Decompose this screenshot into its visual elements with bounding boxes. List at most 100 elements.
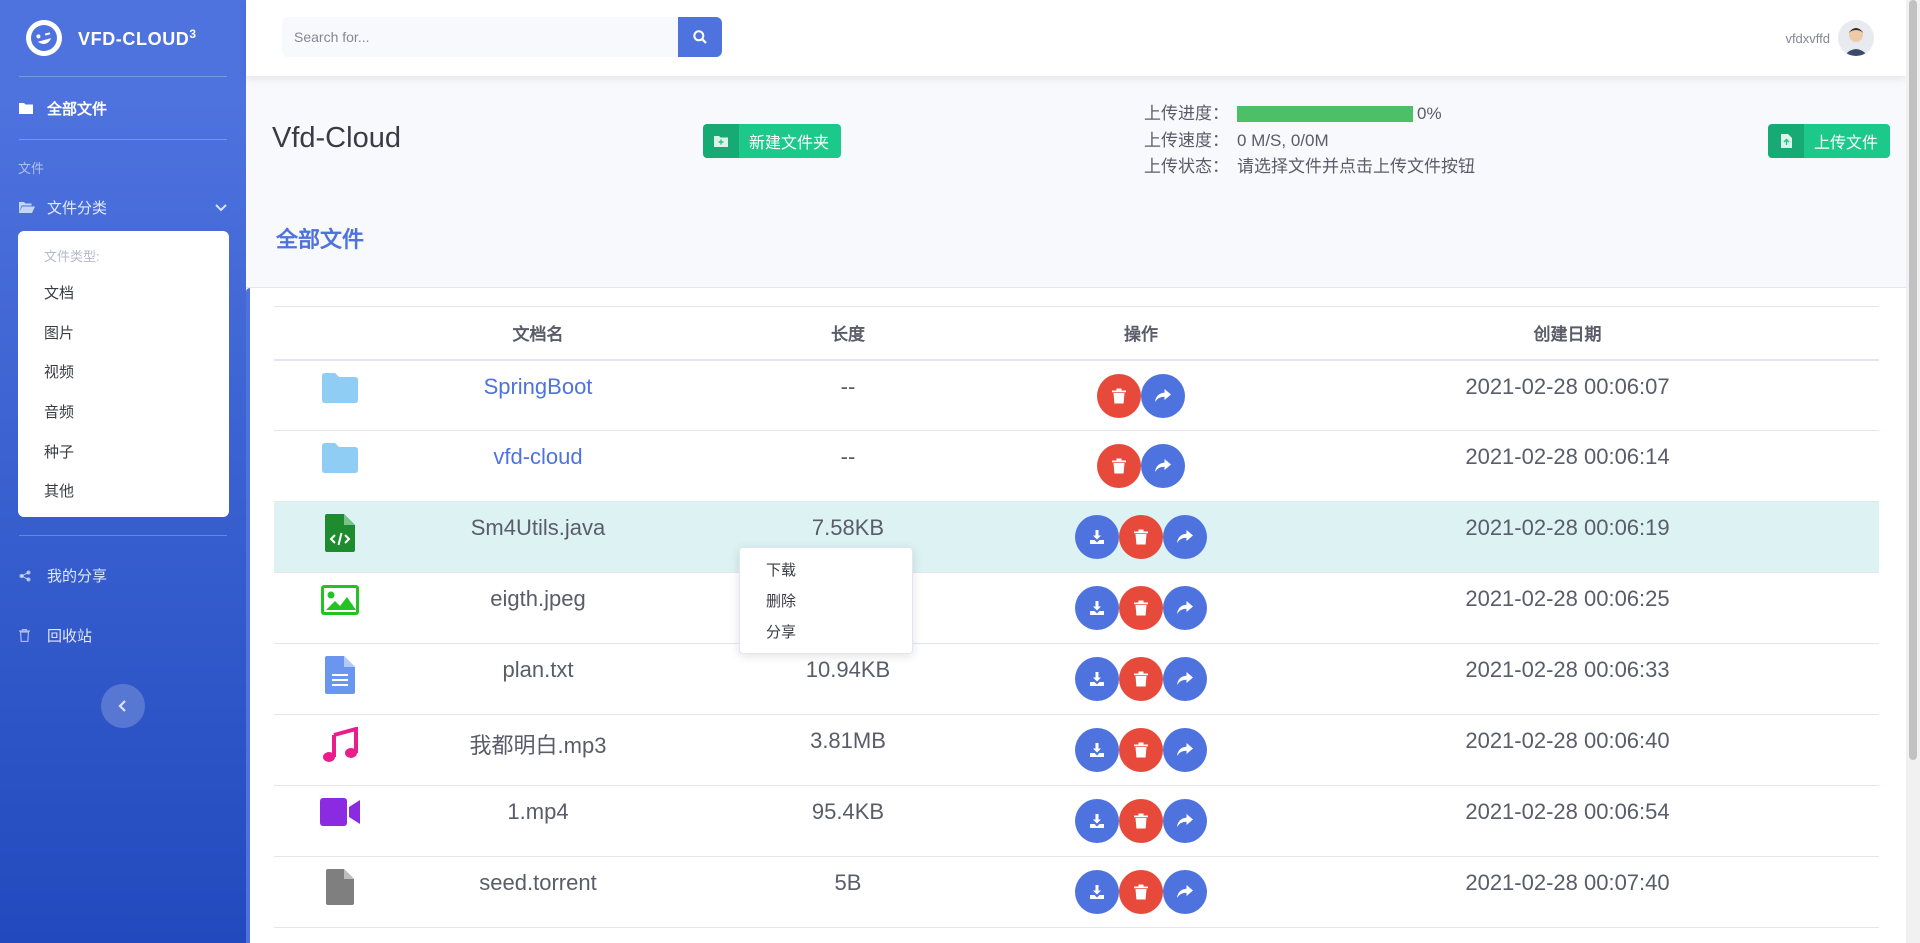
delete-button[interactable] [1097, 373, 1141, 418]
page-scrollbar[interactable] [1906, 0, 1920, 943]
search-button[interactable] [678, 17, 722, 57]
share-button[interactable] [1163, 728, 1207, 772]
download-button[interactable] [1075, 586, 1119, 630]
folder-icon [322, 372, 358, 403]
row-icon-cell [274, 785, 406, 857]
table-row[interactable]: eigth.jpeg …4KB 2021-02-28 00:06:25 [274, 572, 1879, 644]
file-type-torrent[interactable]: 种子 [18, 431, 229, 471]
delete-button[interactable] [1119, 515, 1163, 559]
table-row[interactable]: seed.torrent 5B 2021-02-28 00:07:40 [274, 856, 1879, 928]
new-folder-button[interactable]: 新建文件夹 [703, 124, 842, 158]
share-icon [1177, 814, 1193, 827]
folder-plus-icon [703, 124, 739, 158]
video-icon [320, 798, 360, 826]
file-type-video[interactable]: 视频 [18, 352, 229, 392]
trash-icon [19, 629, 41, 643]
delete-button[interactable] [1119, 586, 1163, 630]
card-header: 全部文件 [246, 208, 1906, 288]
file-name-link[interactable]: SpringBoot [484, 374, 593, 399]
file-card: 全部文件 文档名 长度 操作 创建日期 SpringBoot -- 2021-0… [246, 208, 1906, 943]
context-menu-download[interactable]: 下载 [740, 554, 912, 585]
chevron-down-icon [215, 199, 227, 216]
file-size: 95.4KB [670, 785, 1026, 857]
share-alt-icon [19, 570, 41, 582]
upload-speed-value: 0 M/S, 0/0M [1237, 130, 1329, 150]
nav-file-category-label: 文件分类 [47, 199, 108, 217]
table-row[interactable]: plan.txt 10.94KB 2021-02-28 00:06:33 [274, 643, 1879, 715]
upload-file-button[interactable]: 上传文件 [1768, 124, 1891, 158]
share-button[interactable] [1141, 444, 1185, 488]
file-type-document[interactable]: 文档 [18, 273, 229, 313]
file-type-other[interactable]: 其他 [18, 471, 229, 511]
row-actions [1026, 572, 1256, 644]
row-icon-cell [274, 714, 406, 786]
file-date: 2021-02-28 00:06:33 [1256, 643, 1879, 715]
table-row[interactable]: vfd-cloud -- 2021-02-28 00:06:14 [274, 430, 1879, 502]
delete-button[interactable] [1097, 444, 1141, 488]
file-type-image[interactable]: 图片 [18, 313, 229, 353]
delete-button[interactable] [1119, 799, 1163, 843]
file-size: 10.94KB [670, 643, 1026, 715]
header-name[interactable]: 文档名 [406, 306, 670, 361]
table-row[interactable]: 我都明白.mp3 3.81MB 2021-02-28 00:06:40 [274, 714, 1879, 786]
search-input[interactable] [282, 17, 678, 57]
share-button[interactable] [1163, 515, 1207, 559]
file-name[interactable]: Sm4Utils.java [406, 501, 670, 573]
file-date: 2021-02-28 00:07:40 [1256, 856, 1879, 928]
context-menu-delete[interactable]: 删除 [740, 585, 912, 616]
nav-recycle-label: 回收站 [47, 628, 93, 646]
trash-icon [1134, 671, 1148, 687]
file-name[interactable]: plan.txt [406, 643, 670, 715]
file-name[interactable]: SpringBoot [406, 359, 670, 431]
share-button[interactable] [1163, 657, 1207, 701]
download-button[interactable] [1075, 515, 1119, 559]
search-icon [693, 30, 707, 44]
download-button[interactable] [1075, 799, 1119, 843]
row-actions [1026, 501, 1256, 573]
sidebar-toggle-button[interactable] [101, 684, 145, 728]
upload-progress-bar [1237, 106, 1413, 123]
sidebar: VFD-CLOUD3 全部文件 文件 文件分类 文件类型: 文档 图片 视频 音… [0, 0, 246, 943]
share-icon [1177, 601, 1193, 614]
file-name[interactable]: 1.mp4 [406, 785, 670, 857]
row-icon-cell [274, 501, 406, 573]
header-size[interactable]: 长度 [670, 306, 1026, 361]
file-type-audio[interactable]: 音频 [18, 392, 229, 432]
nav-file-category[interactable]: 文件分类 [0, 183, 246, 231]
file-name[interactable]: vfd-cloud [406, 430, 670, 502]
upload-status-label: 上传状态： [1144, 157, 1229, 176]
upload-status-row: 上传状态： 请选择文件并点击上传文件按钮 [1144, 154, 1475, 181]
share-button[interactable] [1141, 373, 1185, 418]
nav-all-files[interactable]: 全部文件 [0, 77, 246, 139]
share-button[interactable] [1163, 799, 1207, 843]
brand[interactable]: VFD-CLOUD3 [0, 0, 246, 76]
download-button[interactable] [1075, 870, 1119, 914]
nav-recycle[interactable]: 回收站 [0, 606, 246, 666]
row-icon-cell [274, 856, 406, 928]
nav-my-share[interactable]: 我的分享 [0, 546, 246, 606]
trash-icon [1112, 388, 1126, 403]
user-menu[interactable]: vfdxvffd [1785, 20, 1874, 56]
file-name[interactable]: eigth.jpeg [406, 572, 670, 644]
context-menu-share[interactable]: 分享 [740, 616, 912, 647]
download-button[interactable] [1075, 657, 1119, 701]
file-name-link[interactable]: vfd-cloud [493, 444, 582, 469]
table-row[interactable]: SpringBoot -- 2021-02-28 00:06:07 [274, 359, 1879, 431]
header-date[interactable]: 创建日期 [1256, 306, 1879, 361]
file-name[interactable]: 我都明白.mp3 [406, 714, 670, 786]
delete-button[interactable] [1119, 657, 1163, 701]
share-button[interactable] [1163, 870, 1207, 914]
share-button[interactable] [1163, 586, 1207, 630]
file-date: 2021-02-28 00:06:19 [1256, 501, 1879, 573]
trash-icon [1134, 884, 1148, 900]
delete-button[interactable] [1119, 870, 1163, 914]
table-row[interactable]: 1.mp4 95.4KB 2021-02-28 00:06:54 [274, 785, 1879, 857]
nav-all-files-label: 全部文件 [47, 100, 108, 118]
table-row[interactable]: Sm4Utils.java 7.58KB 2021-02-28 00:06:19 [274, 501, 1879, 573]
download-button[interactable] [1075, 728, 1119, 772]
scrollbar-thumb[interactable] [1909, 0, 1917, 760]
file-name[interactable]: seed.torrent [406, 856, 670, 928]
trash-icon [1112, 458, 1126, 474]
file-size: 5B [670, 856, 1026, 928]
delete-button[interactable] [1119, 728, 1163, 772]
